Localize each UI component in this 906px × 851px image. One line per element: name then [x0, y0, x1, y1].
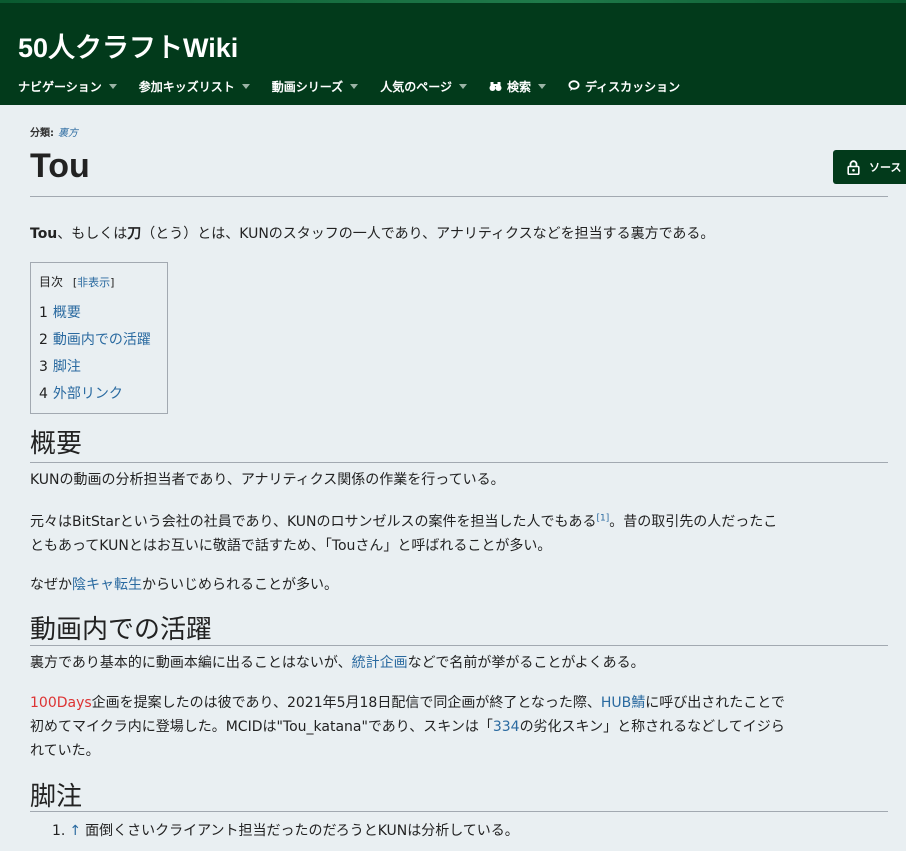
overview-text: 。昔の取引先の人だったこ	[609, 514, 778, 530]
top-navigation: ナビゲーション 参加キッズリスト 動画シリーズ 人気のページ 検索 ディスカッシ…	[18, 76, 702, 96]
section-divider	[30, 811, 888, 812]
activity-text: 企画を提案したのは彼であり、2021年5月18日配信で同企画が終了となった際、	[91, 695, 601, 711]
header-accent-line	[0, 0, 906, 3]
toc-link[interactable]: 概要	[53, 305, 81, 321]
site-title[interactable]: 50人クラフトWiki	[18, 26, 238, 65]
link-inkya-tensei[interactable]: 陰キャ転生	[72, 577, 142, 593]
nav-participants[interactable]: 参加キッズリスト	[139, 78, 250, 95]
toc-bracket: ]	[110, 276, 115, 289]
overview-paragraph-1: KUNの動画の分析担当者であり、アナリティクス関係の作業を行っている。	[30, 472, 505, 488]
activity-paragraph-2: 100Days企画を提案したのは彼であり、2021年5月18日配信で同企画が終了…	[30, 691, 892, 763]
overview-paragraph-2: 元々はBitStarという会社の社員であり、KUNのロサンゼルスの案件を担当した…	[30, 510, 892, 558]
overview-text: 元々はBitStarという会社の社員であり、KUNのロサンゼルスの案件を担当した…	[30, 514, 597, 530]
nav-label: 参加キッズリスト	[138, 79, 235, 94]
toc-number: 3	[39, 359, 48, 375]
chevron-down-icon	[108, 83, 117, 89]
toc-title: 目次	[39, 275, 64, 289]
overview-paragraph-3: なぜか陰キャ転生からいじめられることが多い。	[30, 573, 892, 597]
title-divider	[30, 196, 888, 197]
footnote-backlink-arrow[interactable]: ↑	[69, 823, 81, 839]
nav-navigation[interactable]: ナビゲーション	[18, 78, 117, 95]
source-button-label: ソース	[869, 161, 902, 174]
link-statistics-project[interactable]: 統計企画	[352, 655, 408, 671]
chevron-down-icon	[537, 83, 546, 89]
intro-paragraph: Tou、もしくは刀（とう）とは、KUNのスタッフの一人であり、アナリティクスなど…	[30, 222, 714, 246]
link-hub-server[interactable]: HUB鯖	[601, 695, 645, 711]
toc-hide-label: 非表示	[77, 276, 111, 289]
activity-text: れていた。	[30, 743, 100, 759]
overview-text: ともあってKUNとはお互いに敬語で話すため、「Touさん」と呼ばれることが多い。	[30, 538, 552, 554]
nav-label: 人気のページ	[380, 79, 452, 94]
view-source-button[interactable]: ソース	[833, 150, 906, 184]
nav-label: 検索	[506, 79, 531, 94]
toc-link[interactable]: 動画内での活躍	[53, 332, 151, 348]
overview-text: からいじめられることが多い。	[142, 577, 338, 593]
toc-item-notes[interactable]: 3 脚注	[39, 354, 159, 381]
toc-number: 2	[39, 332, 48, 348]
activity-text: などで名前が挙がることがよくある。	[407, 655, 645, 671]
chevron-down-icon	[241, 83, 250, 89]
toc-link[interactable]: 外部リンク	[53, 386, 123, 402]
activity-text: に呼び出されたことで	[645, 695, 785, 711]
toc-number: 4	[39, 386, 48, 402]
category-link[interactable]: 裏方	[58, 128, 78, 139]
section-heading-overview: 概要	[30, 429, 83, 459]
intro-text: 、もしくは	[57, 226, 128, 242]
activity-text: 裏方であり基本的に動画本編に出ることはないが、	[30, 655, 352, 671]
activity-paragraph-1: 裏方であり基本的に動画本編に出ることはないが、統計企画などで名前が挙がることがよ…	[30, 651, 892, 675]
footnote-text: 面倒くさいクライアント担当だったのだろうとKUNは分析している。	[85, 823, 519, 839]
toc-item-activity[interactable]: 2 動画内での活躍	[39, 327, 159, 354]
overview-text: なぜか	[30, 577, 72, 593]
intro-text: （とう）とは、KUNのスタッフの一人であり、アナリティクスなどを担当する裏方であ…	[141, 226, 715, 242]
toc-item-overview[interactable]: 1 概要	[39, 300, 159, 327]
link-334[interactable]: 334	[493, 719, 520, 735]
table-of-contents: 目次 [非表示] 1 概要 2 動画内での活躍 3 脚注 4 外部リンク	[30, 262, 168, 414]
toc-item-external-links[interactable]: 4 外部リンク	[39, 381, 159, 408]
nav-label: 動画シリーズ	[271, 79, 344, 94]
toc-number: 1	[39, 305, 48, 321]
nav-discussion[interactable]: ディスカッション	[568, 78, 680, 95]
nav-label: ディスカッション	[584, 79, 681, 94]
section-heading-notes: 脚注	[30, 782, 83, 812]
nav-popular-pages[interactable]: 人気のページ	[380, 78, 467, 95]
nav-search[interactable]: 検索	[489, 78, 546, 95]
toc-link[interactable]: 脚注	[53, 359, 81, 375]
chevron-down-icon	[458, 83, 467, 89]
category-bar: 分類: 裏方	[30, 124, 78, 139]
site-header: 50人クラフトWiki ナビゲーション 参加キッズリスト 動画シリーズ 人気のペ…	[0, 0, 906, 105]
page-title: Tou	[30, 147, 90, 185]
footnote-ref-1[interactable]: [1]	[597, 513, 610, 523]
redlink-100days[interactable]: 100Days	[30, 695, 92, 711]
section-heading-activity: 動画内での活躍	[30, 615, 213, 645]
activity-text: 初めてマイクラ内に登場した。MCIDは"Tou_katana"であり、スキンは「	[30, 719, 493, 735]
toc-hide-toggle[interactable]: [非表示]	[73, 276, 115, 289]
section-divider	[30, 462, 888, 463]
intro-bold-alias: 刀	[127, 226, 142, 242]
speech-bubble-icon	[568, 80, 580, 92]
binoculars-icon	[489, 81, 502, 92]
toc-list: 1 概要 2 動画内での活躍 3 脚注 4 外部リンク	[39, 300, 159, 408]
chevron-down-icon	[350, 83, 359, 89]
footnote-number: 1.	[52, 823, 66, 839]
nav-video-series[interactable]: 動画シリーズ	[271, 78, 359, 95]
category-label: 分類:	[30, 128, 54, 139]
activity-text: の劣化スキン」と称されるなどしてイジら	[519, 719, 785, 735]
toc-header: 目次 [非表示]	[39, 273, 159, 290]
intro-bold-name: Tou	[30, 226, 58, 242]
footnote-item-1: 1. ↑ 面倒くさいクライアント担当だったのだろうとKUNは分析している。	[52, 819, 519, 843]
nav-label: ナビゲーション	[18, 79, 102, 94]
lock-icon	[847, 159, 860, 175]
section-divider	[30, 645, 888, 646]
